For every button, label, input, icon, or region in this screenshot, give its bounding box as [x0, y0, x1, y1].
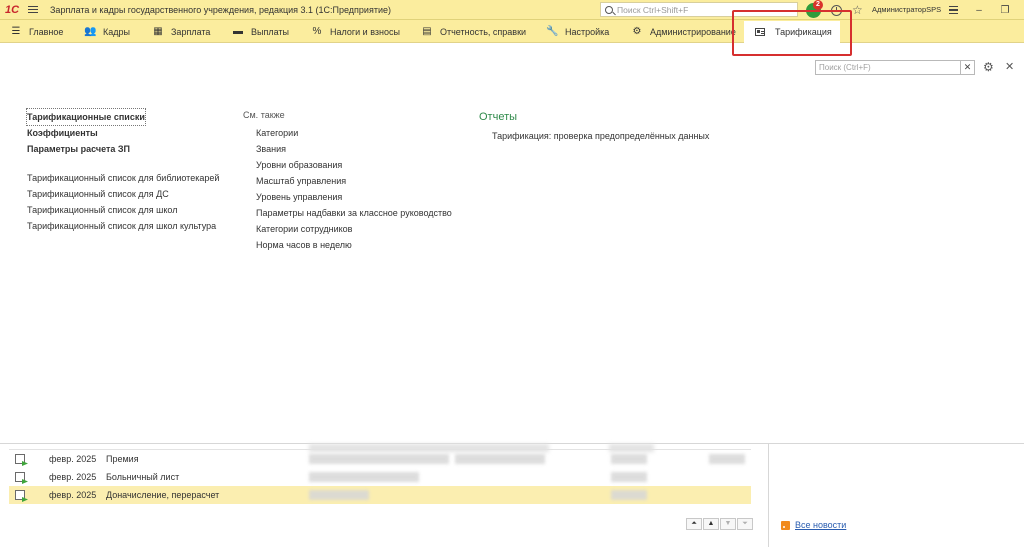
- last-page-button[interactable]: ⏷: [737, 518, 753, 530]
- link-management-scale[interactable]: Масштаб управления: [256, 173, 452, 189]
- favorites-star-icon[interactable]: ☆: [852, 4, 863, 16]
- settings-menu-icon[interactable]: [940, 0, 966, 20]
- link-tarification-lists[interactable]: Тарификационные списки: [26, 108, 146, 126]
- document-icon: [15, 454, 25, 464]
- link-ranks[interactable]: Звания: [256, 141, 452, 157]
- table-row[interactable]: февр. 2025 Премия: [9, 450, 751, 468]
- section-hr-label: Кадры: [103, 26, 130, 37]
- 1c-logo: 1С: [4, 3, 20, 16]
- title-bar: 1С Зарплата и кадры государственного учр…: [0, 0, 1024, 20]
- link-report-tarification-check[interactable]: Тарификация: проверка предопределённых д…: [492, 128, 709, 144]
- section-admin[interactable]: ⚙ Администрирование: [631, 20, 736, 43]
- link-management-level[interactable]: Уровень управления: [256, 189, 452, 205]
- wallet-icon: ▬: [233, 26, 243, 37]
- redacted-cell: [611, 454, 647, 464]
- redacted-cell: [611, 472, 647, 482]
- link-salary-parameters[interactable]: Параметры расчета ЗП: [27, 141, 145, 157]
- section-payments[interactable]: ▬ Выплаты: [232, 20, 289, 43]
- see-also-list: Категории Звания Уровни образования Масш…: [256, 125, 452, 253]
- row-name: Больничный лист: [106, 472, 180, 482]
- reports-column: Отчеты: [479, 109, 517, 125]
- row-date: февр. 2025: [49, 490, 97, 500]
- section-bar: ☰ Главное 👥 Кадры ▦ Зарплата ▬ Выплаты % Нало…: [0, 20, 1024, 43]
- see-also-heading: См. также: [243, 110, 285, 120]
- link-list-schools-culture[interactable]: Тарификационный список для школ культура: [27, 218, 219, 234]
- window-title: Зарплата и кадры государственного учрежд…: [50, 4, 391, 15]
- news-block: Все новости: [781, 520, 846, 530]
- people-icon: 👥: [84, 26, 97, 37]
- section-settings[interactable]: 🔧 Настройка: [546, 20, 609, 43]
- section-reports-label: Отчетность, справки: [440, 26, 527, 37]
- restore-icon[interactable]: ❐: [992, 0, 1018, 20]
- section-taxes[interactable]: % Налоги и взносы: [311, 20, 400, 43]
- link-list-schools[interactable]: Тарификационный список для школ: [27, 202, 219, 218]
- global-search-placeholder: Поиск Ctrl+Shift+F: [617, 4, 689, 15]
- section-admin-label: Администрирование: [650, 26, 736, 37]
- section-settings-label: Настройка: [565, 26, 610, 37]
- link-weekly-hours[interactable]: Норма часов в неделю: [256, 237, 452, 253]
- close-panel-icon[interactable]: ✕: [1005, 60, 1014, 73]
- redacted-cell: [709, 454, 745, 464]
- link-class-teacher-bonus[interactable]: Параметры надбавки за классное руководст…: [256, 205, 452, 221]
- close-window-icon[interactable]: ✕: [1018, 0, 1024, 20]
- list-links-column: Тарификационный список для библиотекарей…: [27, 170, 219, 234]
- redacted-cell: [309, 472, 419, 482]
- section-reports[interactable]: ▤ Отчетность, справки: [421, 20, 526, 43]
- section-main-label: Главное: [29, 26, 64, 37]
- redacted-cell: [309, 490, 369, 500]
- document-icon: [15, 472, 25, 482]
- section-salary-label: Зарплата: [171, 26, 211, 37]
- rss-icon: [781, 520, 790, 530]
- highlight-frame: [732, 10, 852, 56]
- gear-icon: ⚙: [632, 26, 642, 37]
- row-date: февр. 2025: [49, 472, 97, 482]
- row-name: Премия: [106, 454, 139, 464]
- main-links-column: Тарификационные списки Коэффициенты Пара…: [26, 108, 146, 157]
- menu-icon: ☰: [11, 26, 21, 37]
- section-taxes-label: Налоги и взносы: [330, 26, 400, 37]
- redacted-cell: [455, 454, 545, 464]
- document-icon: [15, 490, 25, 500]
- table-pager: ⏶ ▲ ▼ ⏷: [686, 518, 753, 530]
- first-page-button[interactable]: ⏶: [686, 518, 702, 530]
- calculator-icon: ▦: [153, 26, 163, 37]
- wrench-icon: 🔧: [546, 26, 559, 37]
- see-also-column: См. также: [243, 107, 285, 123]
- section-payments-label: Выплаты: [251, 26, 289, 37]
- report-icon: ▤: [422, 26, 432, 37]
- redacted-cell: [309, 454, 449, 464]
- next-page-button[interactable]: ▼: [720, 518, 736, 530]
- documents-table: февр. 2025 Премия февр. 2025 Больничный …: [9, 444, 751, 518]
- section-hr[interactable]: 👥 Кадры: [84, 20, 130, 43]
- link-employee-categories[interactable]: Категории сотрудников: [256, 221, 452, 237]
- reports-heading: Отчеты: [479, 111, 518, 123]
- link-list-librarians[interactable]: Тарификационный список для библиотекарей: [27, 170, 219, 186]
- row-name: Доначисление, перерасчет: [106, 490, 220, 500]
- section-salary[interactable]: ▦ Зарплата: [152, 20, 210, 43]
- clear-search-icon[interactable]: ✕: [960, 61, 974, 74]
- link-list-kindergarten[interactable]: Тарификационный список для ДС: [27, 186, 219, 202]
- percent-icon: %: [312, 26, 322, 37]
- redacted-cell: [611, 490, 647, 500]
- all-news-link[interactable]: Все новости: [795, 520, 846, 530]
- reports-list: Тарификация: проверка предопределённых д…: [492, 128, 709, 144]
- panel-settings-gear-icon[interactable]: ⚙: [983, 60, 994, 74]
- main-menu-icon[interactable]: [24, 0, 42, 20]
- table-row[interactable]: февр. 2025 Больничный лист: [9, 468, 751, 486]
- current-user[interactable]: АдминистраторSPS: [872, 0, 941, 20]
- section-main[interactable]: ☰ Главное: [10, 20, 64, 43]
- panel-search-placeholder: Поиск (Ctrl+F): [819, 63, 871, 72]
- news-divider: [768, 443, 769, 547]
- search-icon: [605, 5, 613, 14]
- link-education-levels[interactable]: Уровни образования: [256, 157, 452, 173]
- notifications-badge: 2: [813, 0, 823, 10]
- link-categories[interactable]: Категории: [256, 125, 452, 141]
- panel-search-input[interactable]: Поиск (Ctrl+F) ✕: [815, 60, 975, 75]
- row-date: февр. 2025: [49, 454, 97, 464]
- prev-page-button[interactable]: ▲: [703, 518, 719, 530]
- link-coefficients[interactable]: Коэффициенты: [27, 125, 145, 141]
- minimize-icon[interactable]: –: [966, 0, 992, 20]
- table-row-selected[interactable]: февр. 2025 Доначисление, перерасчет: [9, 486, 751, 504]
